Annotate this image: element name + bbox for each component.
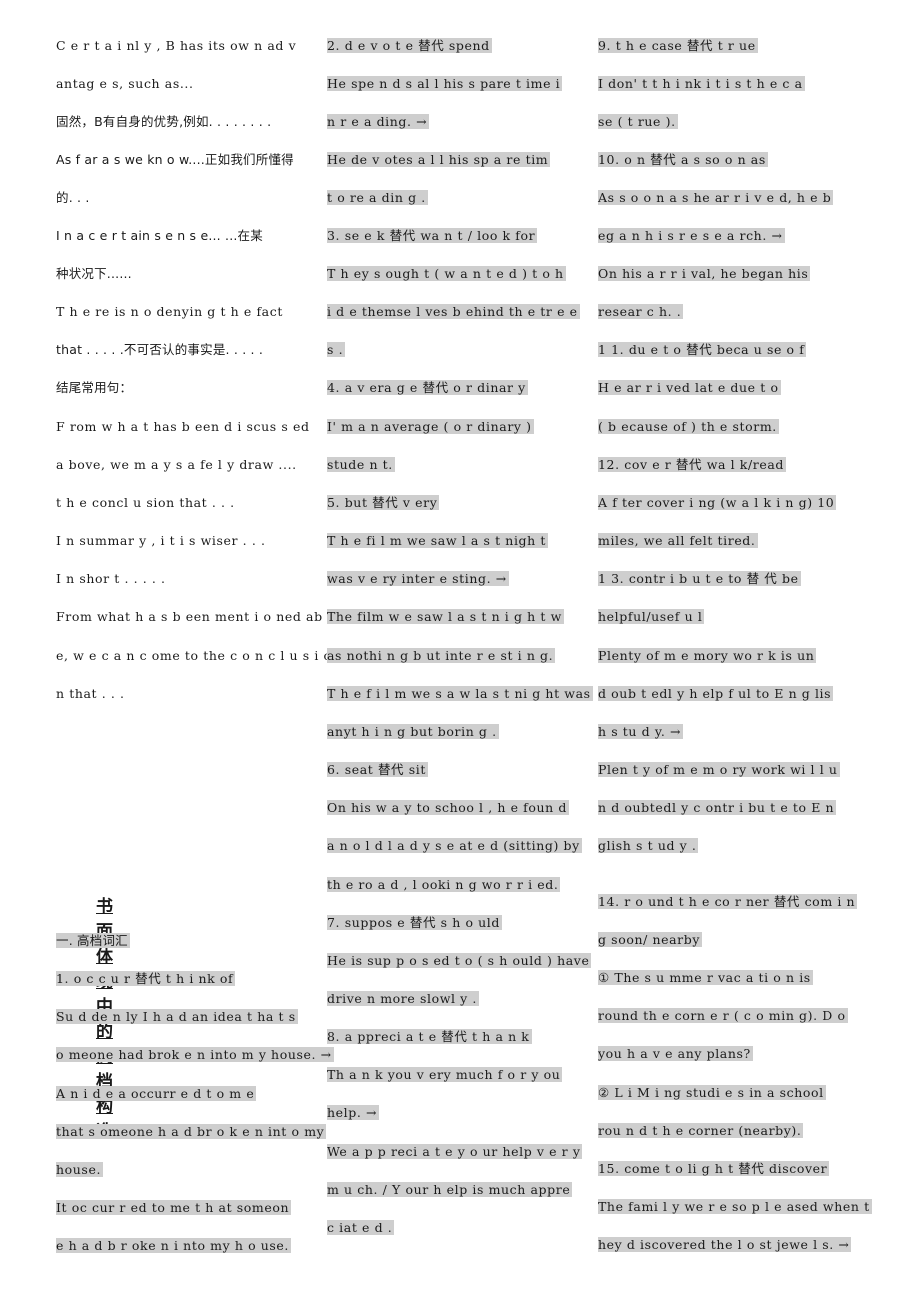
- example-line: A f ter cover i ng (w a l k i n g) 10: [598, 495, 837, 510]
- item-heading: 14. r o und t h e co r ner 替代 com i n: [598, 894, 858, 909]
- item-heading: 15. come t o li g h t 替代 discover: [598, 1161, 830, 1176]
- item-heading: 9. t h e case 替代 t r ue: [598, 38, 758, 53]
- example-line: The film w e saw l a s t n i g h t w: [327, 609, 564, 624]
- example-line: ( b ecause of ) th e storm.: [598, 419, 779, 434]
- text-line: I n summar y , i t i s wiser . . .: [56, 533, 266, 548]
- example-line: s .: [327, 342, 346, 357]
- example-line: It oc cur r ed to me t h at someon: [56, 1200, 292, 1215]
- item-heading: 1 3. contr i b u t e to 替 代 be: [598, 571, 801, 586]
- item-heading: 6. seat 替代 sit: [327, 762, 428, 777]
- item-heading: 1. o c c u r 替代 t h i nk of: [56, 971, 236, 986]
- example-line: round th e corn e r ( c o min g). D o: [598, 1008, 848, 1023]
- example-line: glish s t ud y .: [598, 838, 699, 853]
- example-line: He de v otes a l l his sp a re tim: [327, 152, 551, 167]
- example-line: Plenty of m e mory wo r k is un: [598, 648, 817, 663]
- text-line: a bove, we m a y s a fe l y draw ....: [56, 457, 297, 472]
- text-line: 种状况下......: [56, 266, 132, 281]
- item-heading: 2. d e v o t e 替代 spend: [327, 38, 492, 53]
- text-line: t h e concl u sion that . . .: [56, 495, 235, 510]
- item-heading: 3. se e k 替代 wa n t / loo k for: [327, 228, 538, 243]
- text-line: F rom w h a t has b een d i scus s ed: [56, 419, 310, 434]
- example-line: was v e ry inter e sting. →: [327, 571, 509, 586]
- text-line: n that . . .: [56, 686, 125, 701]
- item-heading: 7. suppos e 替代 s h o uld: [327, 915, 502, 930]
- example-line: house.: [56, 1162, 104, 1177]
- item-heading: 4. a v era g e 替代 o r dinar y: [327, 380, 528, 395]
- item-heading: 1 1. du e t o 替代 beca u se o f: [598, 342, 807, 357]
- example-line: ② L i M i ng studi e s in a school: [598, 1085, 826, 1100]
- text-line: 固然，B有自身的优势,例如. . . . . . . .: [56, 114, 272, 129]
- example-line: m u ch. / Y our h elp is much appre: [327, 1182, 573, 1197]
- example-line: th e ro a d , l ooki n g wo r r i ed.: [327, 877, 561, 892]
- example-line: eg a n h i s r e s e a rch. →: [598, 228, 785, 243]
- example-line: se ( t rue ).: [598, 114, 678, 129]
- example-line: stude n t.: [327, 457, 395, 472]
- example-line: He spe n d s al l his s pare t ime i: [327, 76, 563, 91]
- subsection-title: 一. 高档词汇: [56, 933, 130, 948]
- example-line: As s o o n a s he ar r i v e d, h e b: [598, 190, 834, 205]
- example-line: Th a n k you v ery much f o r y ou: [327, 1067, 563, 1082]
- example-line: anyt h i n g but borin g .: [327, 724, 499, 739]
- example-line: d oub t edl y h elp f ul to E n g lis: [598, 686, 834, 701]
- example-line: hey d iscovered the l o st jewe l s. →: [598, 1237, 852, 1252]
- text-line: I n a c e r t ain s e n s e... ...在某: [56, 228, 263, 243]
- text-line: As f ar a s we kn o w....正如我们所懂得: [56, 152, 294, 167]
- example-line: ① The s u mme r vac a ti o n is: [598, 970, 813, 985]
- example-line: i d e themse l ves b ehind th e tr e e: [327, 304, 580, 319]
- text-line: 的. . .: [56, 190, 90, 205]
- example-line: A n i d e a occurr e d t o m e: [56, 1086, 257, 1101]
- item-heading: 10. o n 替代 a s so o n as: [598, 152, 768, 167]
- example-line: T h e f i l m we s a w la s t ni g ht wa…: [327, 686, 593, 701]
- text-line: that . . . . .不可否认的事实是. . . . .: [56, 342, 264, 357]
- text-line: I n shor t . . . . .: [56, 571, 166, 586]
- example-line: a n o l d l a d y s e at e d (sitting) b…: [327, 838, 582, 853]
- example-line: miles, we all felt tired.: [598, 533, 758, 548]
- text-line: From what h a s b een ment i o ned ab o …: [56, 609, 348, 624]
- example-line: T h e fi l m we saw l a s t nigh t: [327, 533, 548, 548]
- example-line: e h a d b r oke n i nto my h o use.: [56, 1238, 292, 1253]
- item-heading: 5. but 替代 v ery: [327, 495, 440, 510]
- example-line: I don' t t h i nk i t i s t h e c a: [598, 76, 805, 91]
- example-line: resear c h. .: [598, 304, 684, 319]
- example-line: you h a v e any plans?: [598, 1046, 753, 1061]
- example-line: I' m a n average ( o r dinary ): [327, 419, 534, 434]
- example-line: h s tu d y. →: [598, 724, 684, 739]
- item-heading: g soon/ nearby: [598, 932, 703, 947]
- example-line: drive n more slowl y .: [327, 991, 479, 1006]
- example-line: t o re a din g .: [327, 190, 428, 205]
- example-line: c iat e d .: [327, 1220, 395, 1235]
- example-line: T h ey s ough t ( w a n t e d ) t o h: [327, 266, 566, 281]
- example-line: On his a r r i val, he began his: [598, 266, 811, 281]
- example-line: as nothi n g b ut inte r e st i n g.: [327, 648, 556, 663]
- text-line: T h e re is n o denyin g t h e fact: [56, 304, 283, 319]
- example-line: Plen t y of m e m o ry work wi l l u: [598, 762, 840, 777]
- text-line: e, w e c a n c ome to the c o n c l u s …: [56, 648, 332, 663]
- example-line: o meone had brok e n into m y house. →: [56, 1047, 334, 1062]
- item-heading: 8. a ppreci a t e 替代 t h a n k: [327, 1029, 532, 1044]
- example-line: n r e a ding. →: [327, 114, 430, 129]
- example-line: help. →: [327, 1105, 380, 1120]
- item-heading: 12. cov e r 替代 wa l k/read: [598, 457, 787, 472]
- example-line: On his w a y to schoo l , h e foun d: [327, 800, 569, 815]
- example-line: n d oubtedl y c ontr i bu t e to E n: [598, 800, 837, 815]
- example-line: H e ar r i ved lat e due t o: [598, 380, 781, 395]
- item-heading: helpful/usef u l: [598, 609, 705, 624]
- text-line: C e r t a i nl y , B has its ow n ad v: [56, 38, 297, 53]
- example-line: Su d de n ly I h a d an idea t ha t s: [56, 1009, 298, 1024]
- example-line: He is sup p o s ed t o ( s h ould ) have: [327, 953, 592, 968]
- closing-phrases-label: 结尾常用句：: [56, 380, 133, 395]
- text-line: antag e s, such as...: [56, 76, 194, 91]
- example-line: The fami l y we r e so p l e ased when t: [598, 1199, 872, 1214]
- example-line: that s omeone h a d br o k e n int o my: [56, 1124, 327, 1139]
- example-line: We a p p reci a t e y o ur help v e r y: [327, 1144, 583, 1159]
- example-line: rou n d t h e corner (nearby).: [598, 1123, 804, 1138]
